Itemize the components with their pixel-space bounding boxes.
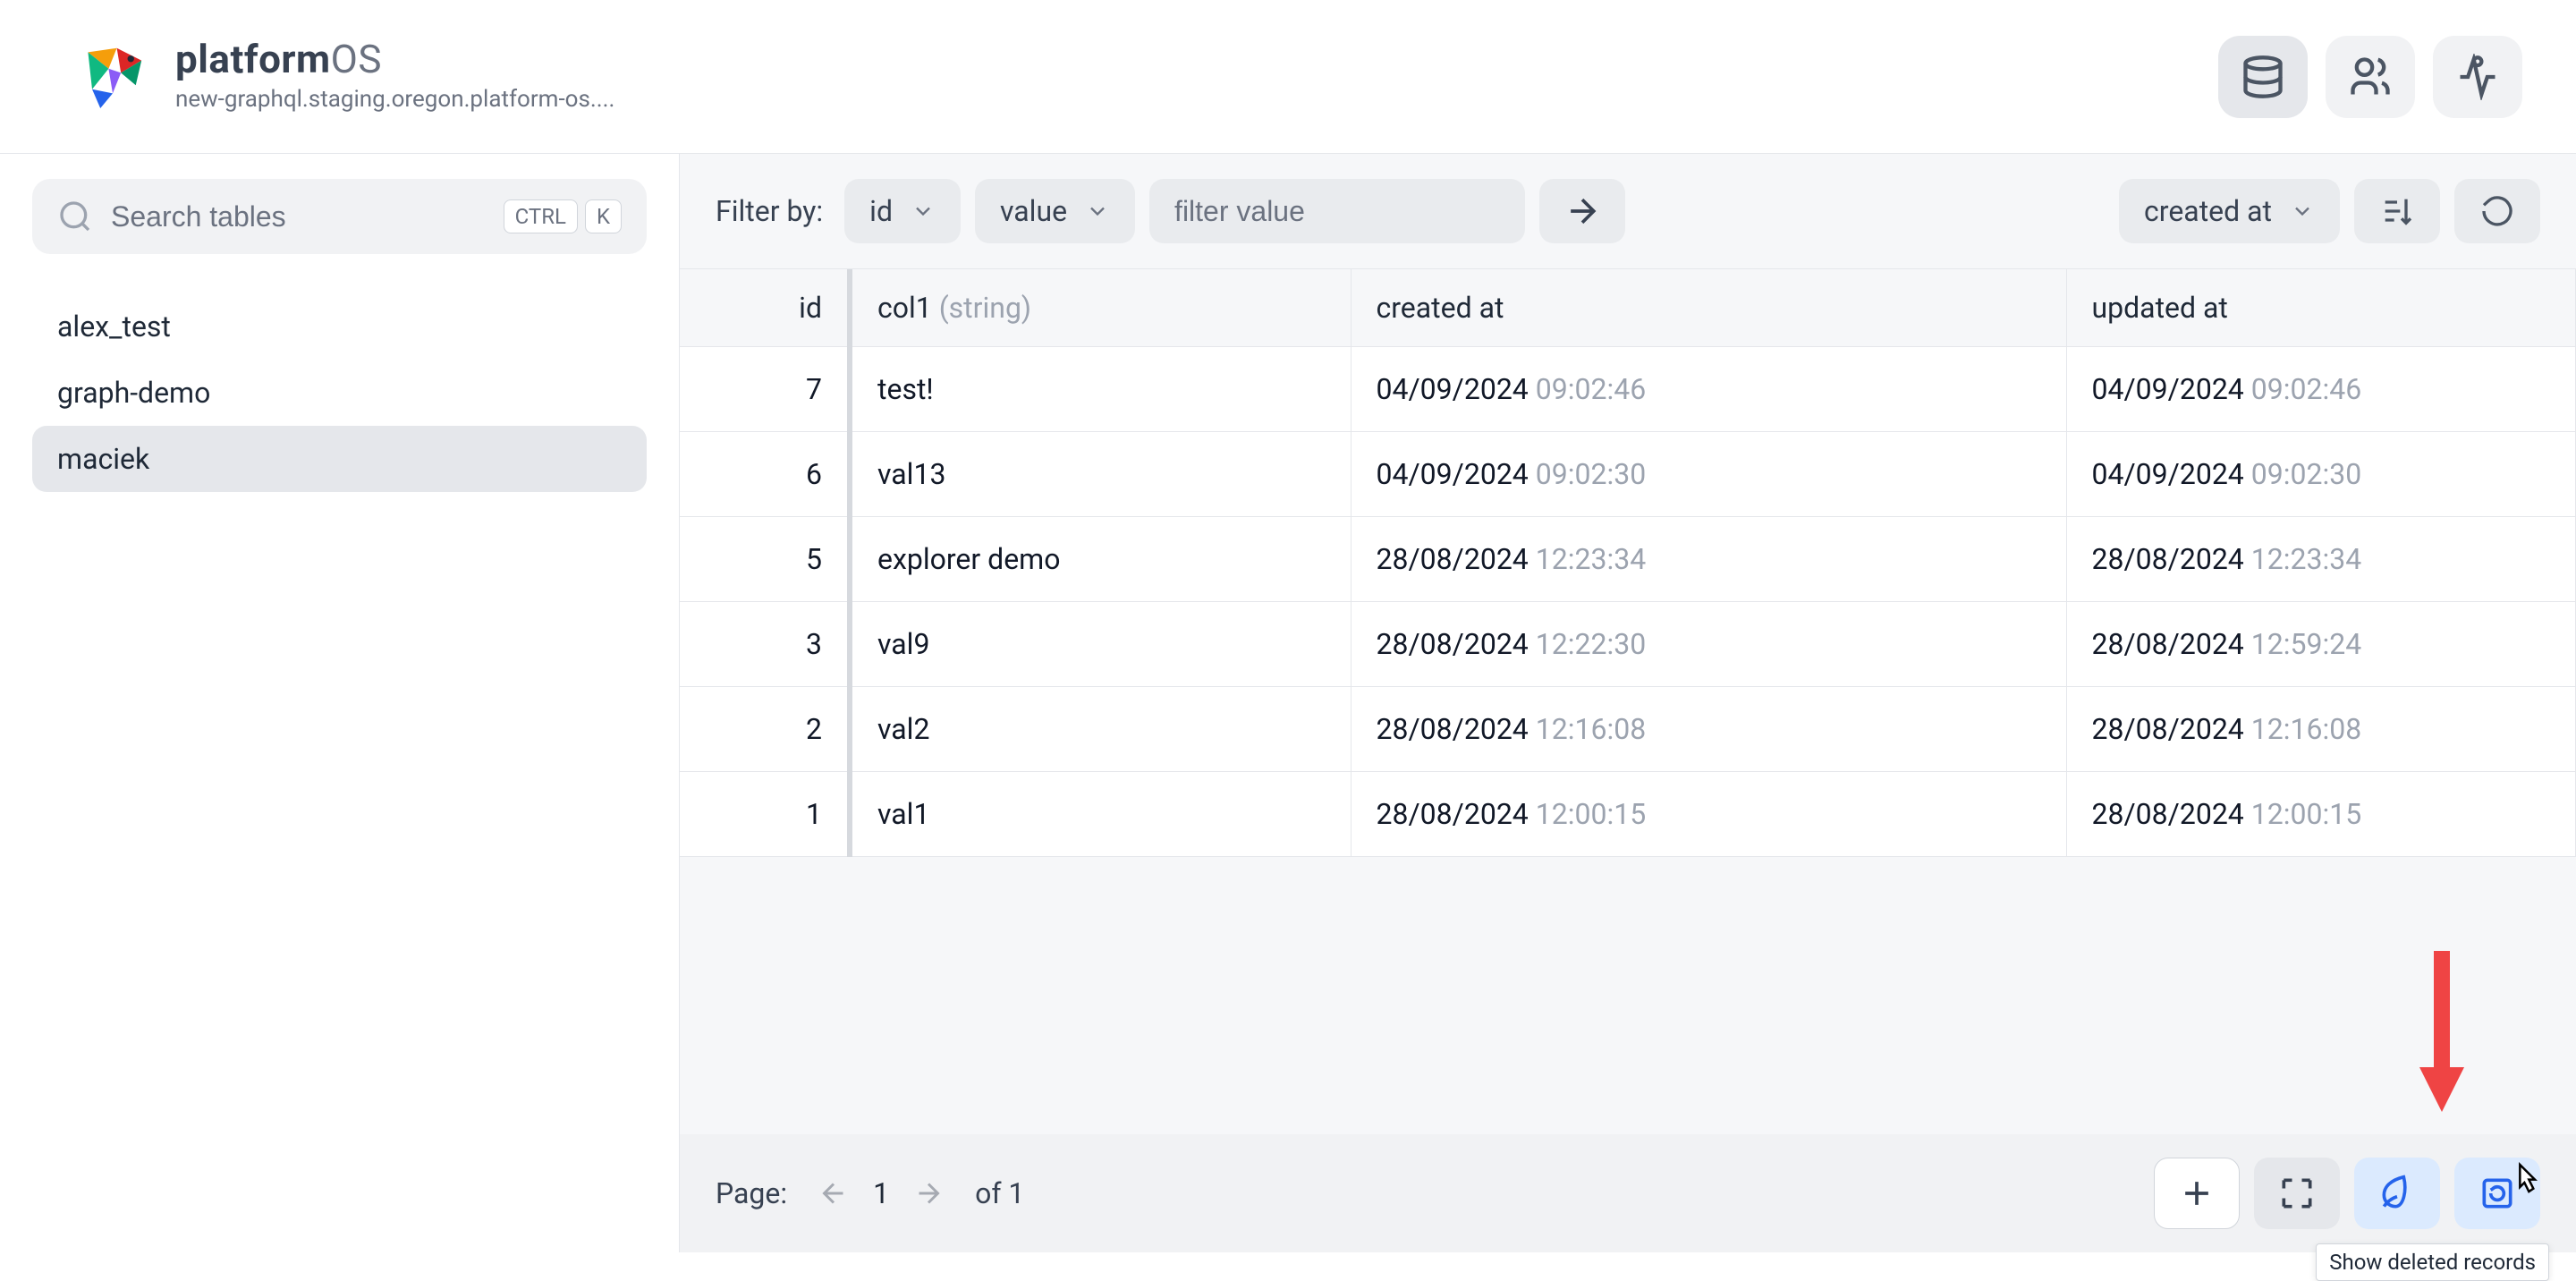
filter-field-select[interactable]: id xyxy=(844,179,961,243)
search-shortcut: CTRLK xyxy=(504,199,622,233)
users-button[interactable] xyxy=(2326,36,2415,118)
filter-op-select[interactable]: value xyxy=(975,179,1135,243)
show-deleted-button[interactable]: Show deleted records xyxy=(2454,1158,2540,1229)
layout: CTRLK alex_testgraph-demomaciek Filter b… xyxy=(0,154,2576,1252)
refresh-icon xyxy=(2479,193,2515,229)
prev-page-button[interactable] xyxy=(809,1168,859,1218)
arrow-left-icon xyxy=(818,1177,850,1209)
page-count: of 1 xyxy=(975,1176,1024,1210)
expand-icon xyxy=(2277,1174,2317,1213)
search-box[interactable]: CTRLK xyxy=(32,179,647,254)
data-table: idcol1 (string)created atupdated at 7tes… xyxy=(680,268,2576,857)
sort-select[interactable]: created at xyxy=(2119,179,2340,243)
table-row[interactable]: 3val928/08/202412:22:3028/08/202412:59:2… xyxy=(680,602,2576,687)
filter-value-input[interactable] xyxy=(1149,179,1525,243)
sidebar: CTRLK alex_testgraph-demomaciek xyxy=(0,154,680,1252)
cell-col1: explorer demo xyxy=(850,517,1351,602)
add-record-button[interactable] xyxy=(2154,1158,2240,1229)
brand-logo xyxy=(72,36,154,118)
cell-updated: 28/08/202412:59:24 xyxy=(2066,602,2576,687)
cell-col1: test! xyxy=(850,347,1351,432)
cell-updated: 04/09/202409:02:46 xyxy=(2066,347,2576,432)
cell-created: 28/08/202412:00:15 xyxy=(1351,772,2066,857)
tables-list: alex_testgraph-demomaciek xyxy=(32,293,647,492)
column-header[interactable]: id xyxy=(680,269,850,347)
cell-col1: val2 xyxy=(850,687,1351,772)
activity-button[interactable] xyxy=(2433,36,2522,118)
cell-created: 28/08/202412:23:34 xyxy=(1351,517,2066,602)
table-row[interactable]: 1val128/08/202412:00:1528/08/202412:00:1… xyxy=(680,772,2576,857)
table-row[interactable]: 5explorer demo28/08/202412:23:3428/08/20… xyxy=(680,517,2576,602)
cell-created: 28/08/202412:16:08 xyxy=(1351,687,2066,772)
cell-created: 04/09/202409:02:30 xyxy=(1351,432,2066,517)
cell-id: 1 xyxy=(680,772,850,857)
cell-id: 2 xyxy=(680,687,850,772)
sort-direction-button[interactable] xyxy=(2354,179,2440,243)
cell-id: 6 xyxy=(680,432,850,517)
cell-updated: 28/08/202412:00:15 xyxy=(2066,772,2576,857)
cell-id: 3 xyxy=(680,602,850,687)
apply-filter-button[interactable] xyxy=(1539,179,1625,243)
cell-id: 5 xyxy=(680,517,850,602)
cell-col1: val1 xyxy=(850,772,1351,857)
cell-col1: val9 xyxy=(850,602,1351,687)
table-header-row: idcol1 (string)created atupdated at xyxy=(680,269,2576,347)
filter-bar: Filter by: id value created at xyxy=(680,154,2576,268)
cell-updated: 04/09/202409:02:30 xyxy=(2066,432,2576,517)
column-header[interactable]: updated at xyxy=(2066,269,2576,347)
chevron-down-icon xyxy=(911,199,936,224)
sidebar-table-item[interactable]: alex_test xyxy=(32,293,647,360)
cell-created: 28/08/202412:22:30 xyxy=(1351,602,2066,687)
brand-subtitle: new-graphql.staging.oregon.platform-os..… xyxy=(175,86,614,113)
sidebar-table-item[interactable]: graph-demo xyxy=(32,360,647,426)
column-header[interactable]: created at xyxy=(1351,269,2066,347)
table-row[interactable]: 6val1304/09/202409:02:3004/09/202409:02:… xyxy=(680,432,2576,517)
next-page-button[interactable] xyxy=(903,1168,953,1218)
table-row[interactable]: 2val228/08/202412:16:0828/08/202412:16:0… xyxy=(680,687,2576,772)
table-body: 7test!04/09/202409:02:4604/09/202409:02:… xyxy=(680,347,2576,857)
expand-button[interactable] xyxy=(2254,1158,2340,1229)
search-input[interactable] xyxy=(111,200,504,233)
main: Filter by: id value created at xyxy=(680,154,2576,1252)
search-icon xyxy=(57,199,93,234)
plus-icon xyxy=(2177,1174,2216,1213)
header-actions xyxy=(2218,36,2522,118)
cell-updated: 28/08/202412:23:34 xyxy=(2066,517,2576,602)
sidebar-table-item[interactable]: maciek xyxy=(32,426,647,492)
restore-icon xyxy=(2478,1174,2517,1213)
brand-title: platformOS xyxy=(175,36,614,82)
table-row[interactable]: 7test!04/09/202409:02:4604/09/202409:02:… xyxy=(680,347,2576,432)
page-number: 1 xyxy=(859,1176,903,1210)
arrow-right-icon xyxy=(1563,191,1602,231)
leaf-icon xyxy=(2377,1174,2417,1213)
footer: Page: 1 of 1 S xyxy=(680,1134,2576,1252)
database-button[interactable] xyxy=(2218,36,2308,118)
cell-created: 04/09/202409:02:46 xyxy=(1351,347,2066,432)
column-header[interactable]: col1 (string) xyxy=(850,269,1351,347)
chevron-down-icon xyxy=(1085,199,1110,224)
chevron-down-icon xyxy=(2290,199,2315,224)
filter-label: Filter by: xyxy=(716,194,823,228)
refresh-button[interactable] xyxy=(2454,179,2540,243)
cell-updated: 28/08/202412:16:08 xyxy=(2066,687,2576,772)
brand: platformOS new-graphql.staging.oregon.pl… xyxy=(72,36,614,118)
cell-id: 7 xyxy=(680,347,850,432)
pager: 1 xyxy=(809,1168,953,1218)
cell-col1: val13 xyxy=(850,432,1351,517)
arrow-right-icon xyxy=(912,1177,945,1209)
sort-icon xyxy=(2379,193,2415,229)
header: platformOS new-graphql.staging.oregon.pl… xyxy=(0,0,2576,154)
eco-button[interactable] xyxy=(2354,1158,2440,1229)
show-deleted-tooltip: Show deleted records xyxy=(2316,1243,2549,1281)
page-label: Page: xyxy=(716,1176,787,1210)
